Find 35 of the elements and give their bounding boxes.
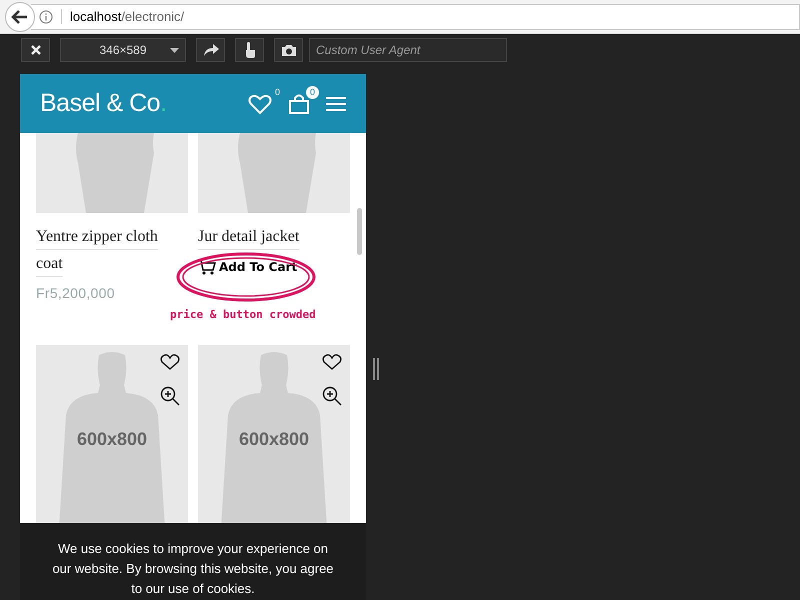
- heart-icon[interactable]: [160, 353, 180, 371]
- zoom-in-icon[interactable]: [160, 386, 180, 406]
- shopping-bag-icon[interactable]: [288, 92, 310, 114]
- product-price: Fr5,200,000: [36, 285, 115, 301]
- resize-handle[interactable]: [373, 358, 379, 380]
- menu-icon[interactable]: [326, 96, 346, 112]
- screenshot-button[interactable]: [274, 38, 303, 62]
- cart-count-badge: 0: [306, 86, 319, 98]
- logo[interactable]: Basel & Co.: [40, 89, 167, 118]
- caret-icon: [170, 48, 179, 53]
- rotate-arrow-icon: [202, 43, 220, 57]
- user-agent-field[interactable]: Custom User Agent: [309, 38, 507, 62]
- size-dropdown[interactable]: 346×589: [60, 38, 186, 62]
- url-text: localhost/electronic/: [61, 9, 184, 24]
- wishlist-icon[interactable]: [248, 92, 272, 114]
- info-icon: [39, 10, 53, 24]
- heart-icon[interactable]: [322, 353, 342, 371]
- touch-button[interactable]: [235, 38, 264, 62]
- rotate-button[interactable]: [196, 38, 225, 62]
- scrollbar-thumb[interactable]: [357, 208, 362, 255]
- product-title[interactable]: Yentre zipper cloth coat: [36, 223, 188, 277]
- close-icon: [30, 45, 40, 55]
- image-size-label: 600x800: [76, 429, 148, 450]
- zoom-in-icon[interactable]: [322, 386, 342, 406]
- product-title[interactable]: Jur detail jacket: [198, 223, 300, 250]
- address-bar[interactable]: localhost/electronic/: [31, 4, 800, 30]
- back-arrow-icon: [11, 8, 29, 24]
- wishlist-count: 0: [274, 86, 280, 96]
- cookie-message: We use cookies to improve your experience on our website. By browsing this website, you agree to our use of cookies.: [52, 540, 334, 598]
- image-size-label: 600x800: [238, 429, 310, 450]
- cart-icon: [198, 259, 216, 275]
- annotation-note: price & button crowded: [170, 308, 316, 321]
- close-button[interactable]: [21, 38, 50, 62]
- camera-icon: [280, 44, 296, 56]
- back-button[interactable]: [5, 2, 35, 32]
